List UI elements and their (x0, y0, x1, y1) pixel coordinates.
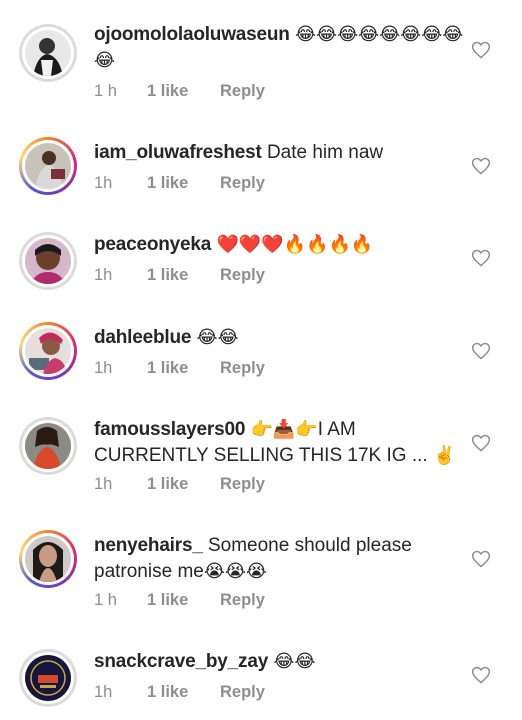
reply-button[interactable]: Reply (220, 359, 265, 378)
comment-likes[interactable]: 1 like (147, 359, 220, 378)
comment-likes[interactable]: 1 like (147, 82, 220, 101)
comment-time: 1h (94, 174, 113, 192)
comment-likes[interactable]: 1 like (147, 591, 220, 610)
avatar[interactable] (19, 137, 77, 195)
heart-outline-icon[interactable] (471, 433, 491, 453)
comment-username[interactable]: dahleeblue (94, 327, 191, 348)
comment-username[interactable]: iam_oluwafreshest (94, 142, 262, 163)
reply-button[interactable]: Reply (220, 82, 265, 101)
reply-button[interactable]: Reply (220, 266, 265, 285)
comment-likes[interactable]: 1 like (147, 174, 220, 193)
avatar-photo (25, 238, 71, 284)
avatar-photo (25, 328, 71, 374)
comment-emojis: 😂😂 (196, 327, 239, 348)
heart-outline-icon[interactable] (471, 341, 491, 361)
avatar-photo (25, 30, 71, 76)
comment-likes[interactable]: 1 like (147, 266, 220, 285)
avatar[interactable] (19, 530, 77, 588)
comment-time: 1h (94, 359, 113, 377)
comment-emojis: 😭😭😭 (203, 561, 267, 582)
comment-emojis: ❤️❤️❤️🔥🔥🔥🔥 (216, 234, 374, 255)
avatar[interactable] (19, 322, 77, 380)
avatar-photo (25, 655, 71, 701)
comment-username[interactable]: nenyehairs_ (94, 535, 203, 556)
avatar-photo (25, 536, 71, 582)
heart-outline-icon[interactable] (471, 40, 491, 60)
comment-time: 1h (94, 683, 113, 701)
avatar[interactable] (19, 232, 77, 290)
reply-button[interactable]: Reply (220, 591, 265, 610)
comment-text: Date him naw (266, 142, 384, 163)
comment-emojis-after: ✌️ (432, 445, 456, 466)
comment-username[interactable]: snackcrave_by_zay (94, 651, 268, 672)
heart-outline-icon[interactable] (471, 248, 491, 268)
avatar-photo (25, 143, 71, 189)
comment-likes[interactable]: 1 like (147, 475, 220, 494)
avatar[interactable] (19, 417, 77, 475)
comment-time: 1 h (94, 591, 117, 609)
comment-likes[interactable]: 1 like (147, 683, 220, 702)
avatar-photo (25, 423, 71, 469)
comment-emojis: 😂😂 (273, 651, 316, 672)
heart-outline-icon[interactable] (471, 156, 491, 176)
comment-username[interactable]: peaceonyeka (94, 234, 211, 255)
heart-outline-icon[interactable] (471, 549, 491, 569)
heart-outline-icon[interactable] (471, 665, 491, 685)
comment-emojis-before: 👉📥👉 (250, 419, 318, 440)
reply-button[interactable]: Reply (220, 475, 265, 494)
comment-time: 1h (94, 266, 113, 284)
reply-button[interactable]: Reply (220, 683, 265, 702)
avatar[interactable] (19, 24, 77, 82)
reply-button[interactable]: Reply (220, 174, 265, 193)
comment-username[interactable]: famousslayers00 (94, 419, 245, 440)
comment-time: 1 h (94, 82, 117, 100)
comment-time: 1h (94, 475, 113, 493)
avatar[interactable] (19, 649, 77, 707)
comment-username[interactable]: ojoomololaoluwaseun (94, 24, 290, 45)
comments-list: ojoomololaoluwaseun 😂😂😂😂😂😂😂😂😂 1 h 1 like… (0, 0, 522, 720)
